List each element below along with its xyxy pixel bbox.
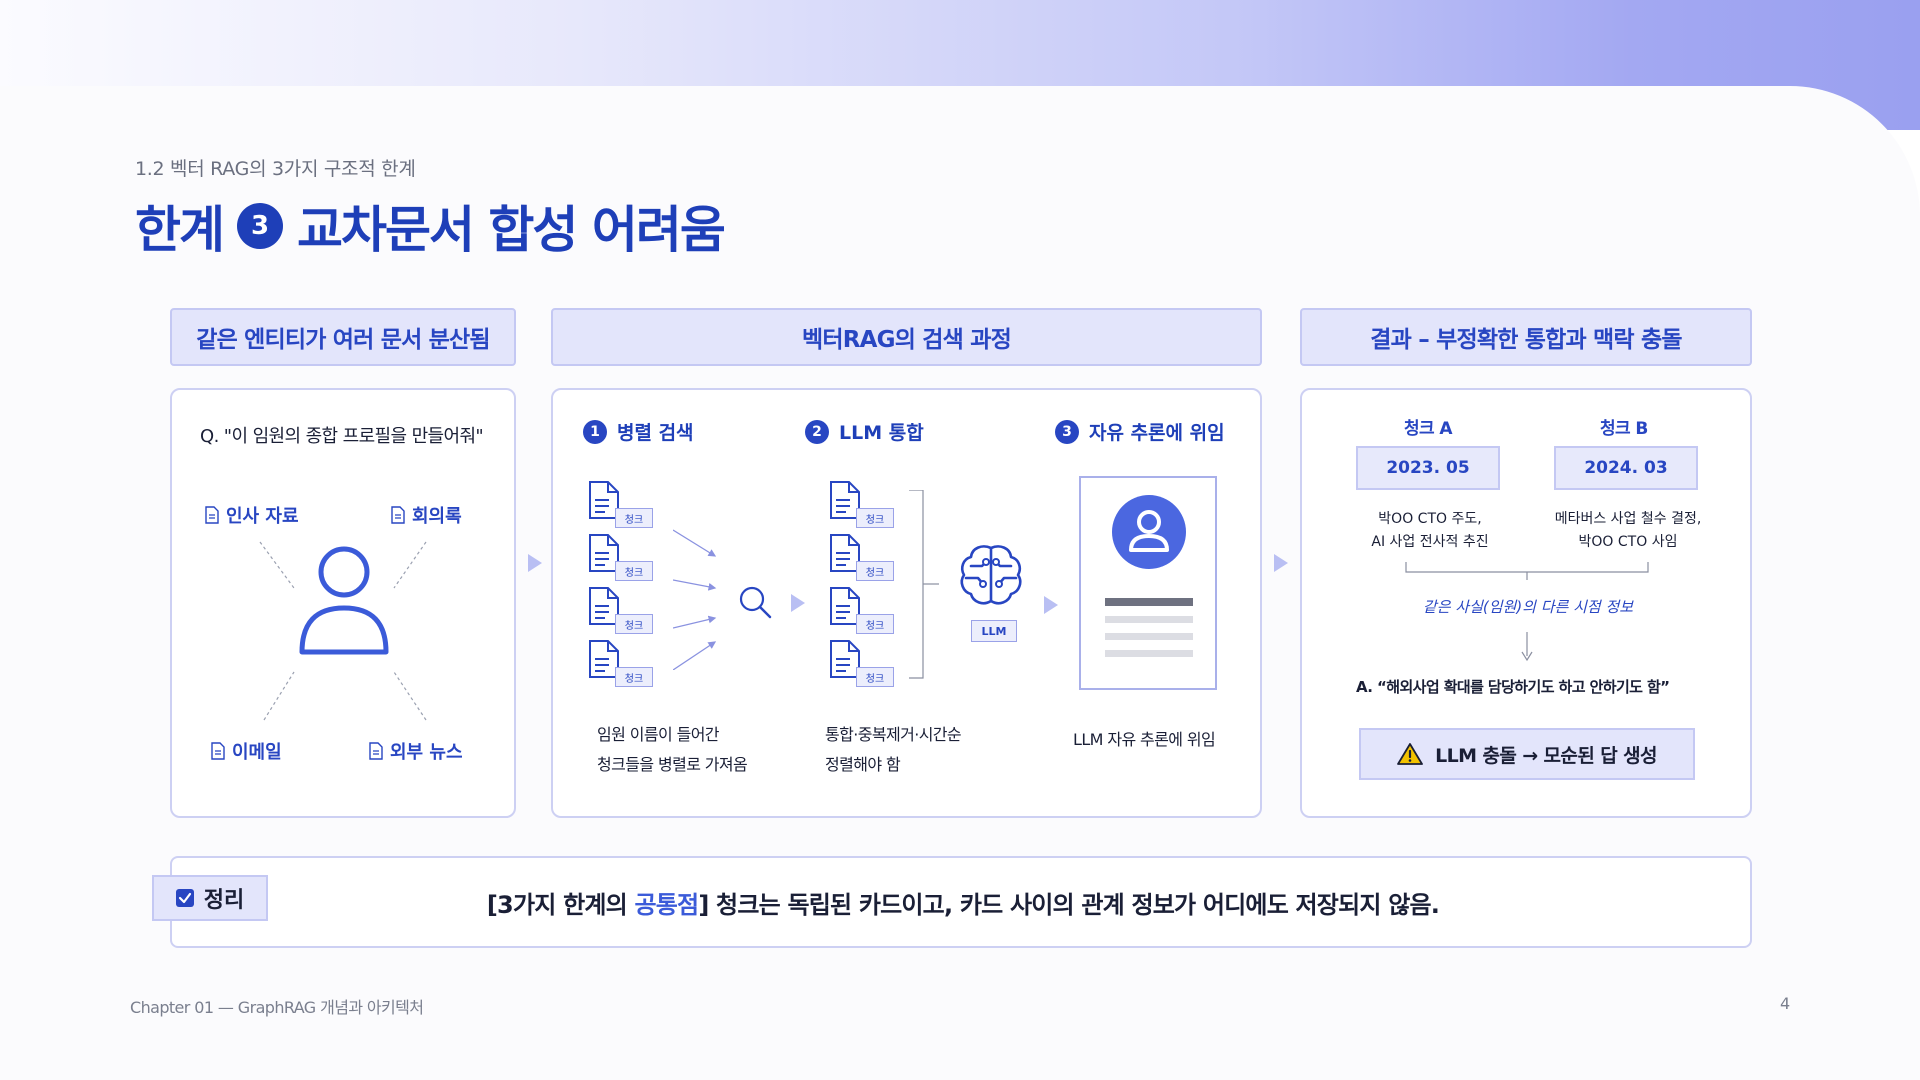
title-text: 교차문서 합성 어려움 <box>297 201 726 259</box>
flow-arrow-icon <box>1274 554 1288 572</box>
flow-arrow-icon <box>528 554 542 572</box>
middle-column-header: 벡터RAG의 검색 과정 <box>551 308 1262 366</box>
llm-tag: LLM <box>971 620 1017 642</box>
summary-text: [3가지 한계의 공통점] 청크는 독립된 카드이고, 카드 사이의 관계 정보… <box>486 890 1440 919</box>
avatar <box>1112 495 1186 569</box>
step-free-reasoning: 3 자유 추론에 위임 <box>1055 418 1225 445</box>
retrieval-process-panel: 1 병렬 검색 2 LLM 통합 3 자유 추론에 위임 청크 청크 청크 청크… <box>551 388 1262 818</box>
same-entity-note: 같은 사실(임원)의 다른 시점 정보 <box>1422 598 1634 616</box>
chunk-tag: 청크 <box>615 667 653 687</box>
chunk-tag: 청크 <box>856 614 894 634</box>
chunk-tag: 청크 <box>856 667 894 687</box>
search-icon <box>739 586 772 619</box>
person-icon <box>299 546 389 655</box>
profile-line <box>1105 633 1193 640</box>
chunk-tag: 청크 <box>856 508 894 528</box>
step2-description: 통합·중복제거·시간순 정렬해야 함 <box>825 725 962 774</box>
profile-card <box>1079 476 1217 690</box>
step3-description: LLM 자유 추론에 위임 <box>1073 730 1216 749</box>
right-column-header: 결과 – 부정확한 통합과 맥락 충돌 <box>1300 308 1752 366</box>
merge-bracket <box>909 490 939 679</box>
footer-chapter: Chapter 01 — GraphRAG 개념과 아키텍처 <box>130 998 424 1017</box>
summary-badge: 정리 <box>152 875 268 921</box>
flow-arrow-icon <box>1044 596 1058 614</box>
step-llm-integration: 2 LLM 통합 <box>805 418 924 445</box>
parallel-chunk-group: 청크 청크 청크 청크 <box>587 480 667 690</box>
checkbox-icon <box>175 889 194 907</box>
flow-arrow-icon <box>791 594 805 612</box>
page-number: 4 <box>1780 994 1790 1013</box>
integration-chunk-group: 청크 청크 청크 청크 <box>828 480 908 690</box>
summary-box: [3가지 한계의 공통점] 청크는 독립된 카드이고, 카드 사이의 관계 정보… <box>170 856 1752 948</box>
model-answer: A. “해외사업 확대를 담당하기도 하고 안하기도 함” <box>1356 678 1670 696</box>
chunk-tag: 청크 <box>615 508 653 528</box>
title-number-badge: 3 <box>237 203 283 249</box>
title-prefix: 한계 <box>135 201 225 259</box>
search-arrows <box>673 529 717 670</box>
profile-line <box>1105 650 1193 657</box>
chunk-tag: 청크 <box>856 561 894 581</box>
chunk-tag: 청크 <box>615 561 653 581</box>
section-subtitle: 1.2 벡터 RAG의 3가지 구조적 한계 <box>135 158 416 180</box>
chunk-tag: 청크 <box>615 614 653 634</box>
brain-icon <box>960 545 1022 605</box>
conflict-warning: LLM 충돌 → 모순된 답 생성 <box>1359 728 1695 780</box>
profile-line <box>1105 616 1193 623</box>
warning-icon <box>1397 743 1424 765</box>
profile-line <box>1105 598 1193 606</box>
left-column-header: 같은 엔티티가 여러 문서 분산됨 <box>170 308 516 366</box>
result-panel: 청크 A 청크 B 2023. 05 2024. 03 박OO CTO 주도, … <box>1300 388 1752 818</box>
step-parallel-search: 1 병렬 검색 <box>583 418 694 445</box>
entity-panel: Q. "이 임원의 종합 프로필을 만들어줘" 인사 자료 회의록 이메일 외부… <box>170 388 516 818</box>
page-title: 한계 3 교차문서 합성 어려움 <box>135 190 726 262</box>
step1-description: 임원 이름이 들어간 청크들을 병렬로 가져옴 <box>597 725 748 774</box>
